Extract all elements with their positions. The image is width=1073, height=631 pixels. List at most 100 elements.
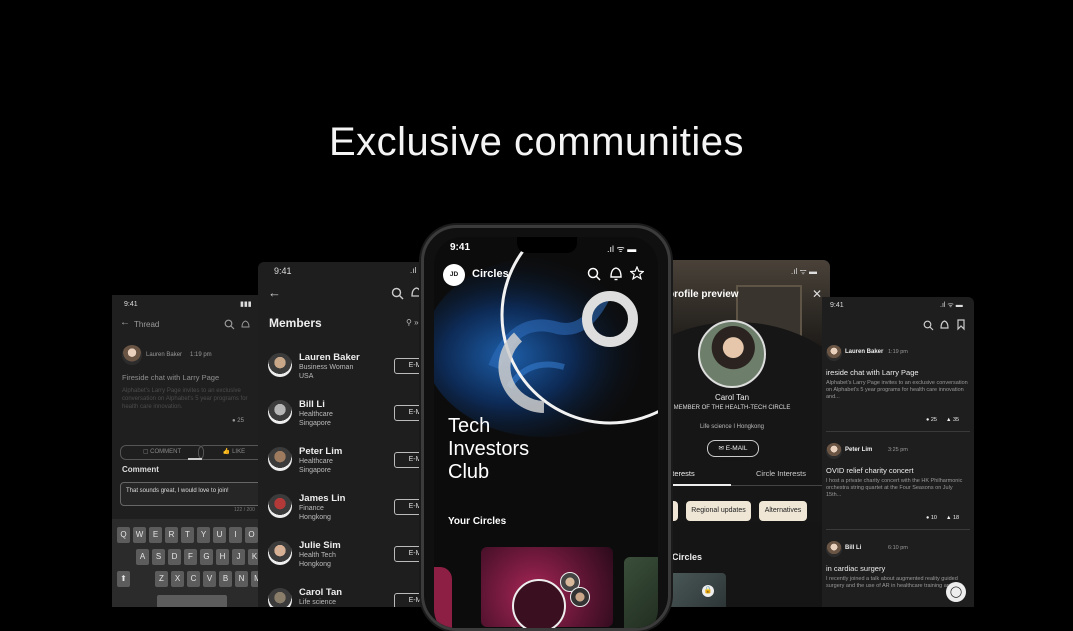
members-title: Members [269,316,322,330]
comment-input[interactable]: That sounds great, I would love to join! [120,482,262,506]
key-s[interactable]: S [152,549,165,565]
key-v[interactable]: V [203,571,216,587]
feed-post[interactable]: Peter Lim 3:25 pm OVID relief charity conc… [822,443,974,533]
member-row[interactable]: Peter Lim Healthcare Singapore E-M [258,444,428,488]
search-icon[interactable] [587,267,601,281]
key-r[interactable]: R [165,527,178,543]
key-c[interactable]: C [187,571,200,587]
signal-battery-icon: .ıl ᯤ ▬ [607,244,637,254]
signal-icon: ▮▮▮ [240,301,252,308]
thread-title: Thread [134,320,160,329]
chat-icon[interactable]: ◯ [946,582,966,602]
post-author: Peter Lim [845,447,873,453]
circle-thumbnail[interactable] [664,573,726,607]
center-screen: 9:41 .ıl ᯤ ▬ JD Circles Tech Investors C… [434,237,658,628]
comment-heading: Comment [122,465,159,474]
search-icon[interactable] [923,320,934,331]
post-time: 6:10 pm [888,545,908,551]
interest-chip[interactable]: Alternatives [759,501,807,521]
profile-title: profile preview [668,289,739,300]
key-i[interactable]: I [229,527,242,543]
center-phone-frame: 9:41 .ıl ᯤ ▬ JD Circles Tech Investors C… [421,225,671,631]
signal-icon: .ıl [410,266,417,275]
member-name: Peter Lim [299,446,343,457]
member-row[interactable]: James Lin Finance Hongkong E-M [258,491,428,535]
tab-circle-interests[interactable]: Circle Interests [756,469,806,478]
interest-chip[interactable]: Regional updates [686,501,751,521]
key-y[interactable]: Y [197,527,210,543]
circles-heading: r Circles [666,552,703,562]
key-o[interactable]: O [245,527,258,543]
key-h[interactable]: H [216,549,229,565]
key-f[interactable]: F [184,549,197,565]
profile-avatar [698,320,766,388]
bookmark-icon[interactable] [956,319,966,331]
key-j[interactable]: J [232,549,245,565]
avatar [122,345,142,365]
bell-icon[interactable] [609,266,623,281]
key-x[interactable]: X [171,571,184,587]
member-name: Lauren Baker [299,352,360,363]
back-arrow-icon[interactable]: ← [120,317,130,328]
user-avatar[interactable]: JD [443,264,465,286]
member-location: USA [299,373,314,380]
member-location: Hongkong [299,561,331,568]
member-location: Singapore [299,420,331,427]
member-role: Healthcare [299,411,333,418]
status-time: 9:41 [450,242,471,253]
comment-stat: ● 10 [926,515,937,521]
post-time: 3:25 pm [888,447,908,453]
comment-input-value: That sounds great, I would love to join! [126,488,229,494]
key-b[interactable]: B [219,571,232,587]
notch [517,237,577,253]
like-button[interactable]: 👍 LIKE [198,445,262,460]
key-e[interactable]: E [149,527,162,543]
search-icon[interactable] [391,287,404,300]
bell-icon[interactable] [939,319,950,331]
members-screen: 9:41 .ıl ← Members ⚲ » Lauren Baker Busin… [258,262,428,607]
member-row[interactable]: Lauren Baker Business Woman USA E-M [258,350,428,394]
club-name-line2: Investors [448,438,530,460]
circle-card-left[interactable] [434,567,452,628]
star-icon[interactable] [630,266,644,280]
signal-icon: .ıl ᯤ ▬ [940,302,963,309]
email-button[interactable]: ✉ E-MAIL [707,440,759,457]
member-row[interactable]: Bill Li Healthcare Singapore E-M [258,397,428,441]
member-avatar [268,494,292,518]
like-stat: ▲ 18 [946,515,960,521]
member-location: Hongkong [299,514,331,521]
key-z[interactable]: Z [155,571,168,587]
profile-screen: .ıl ᯤ ▬ profile preview ✕ Carol Tan MEMB… [646,260,830,607]
avatar [826,345,842,361]
feed-post[interactable]: Lauren Baker 1:19 pm ireside chat with Lar… [822,345,974,435]
key-a[interactable]: A [136,549,149,565]
post-text: Alphabet's Larry Page invites to an excl… [122,388,248,410]
search-icon[interactable] [224,319,235,330]
space-bar[interactable] [157,595,227,607]
shift-key-icon[interactable]: ⬆ [117,571,130,587]
member-name: James Lin [299,493,346,504]
key-n[interactable]: N [235,571,248,587]
member-row[interactable]: Julie Sim Health Tech Hongkong E-M [258,538,428,582]
key-u[interactable]: U [213,527,226,543]
comment-stat: ● 25 [926,417,937,423]
close-icon[interactable]: ✕ [812,287,822,301]
comment-count-value: 25 [237,418,244,424]
back-arrow-icon[interactable]: ← [268,285,281,300]
member-role: Healthcare [299,458,333,465]
club-name-line3: Club [448,461,490,483]
status-time: 9:41 [274,266,292,276]
key-q[interactable]: Q [117,527,130,543]
bell-icon[interactable] [240,319,251,330]
key-g[interactable]: G [200,549,213,565]
comment-count: ● 25 [232,418,244,424]
circle-card-right[interactable] [624,557,658,628]
key-w[interactable]: W [133,527,146,543]
person-icon[interactable]: ⚲ » [406,318,419,327]
post-time: 1:19 pm [888,349,908,355]
member-row[interactable]: Carol Tan Life science E-M [258,585,428,607]
member-name: Carol Tan [299,587,343,598]
key-t[interactable]: T [181,527,194,543]
key-d[interactable]: D [168,549,181,565]
profile-name: Carol Tan [714,393,750,402]
